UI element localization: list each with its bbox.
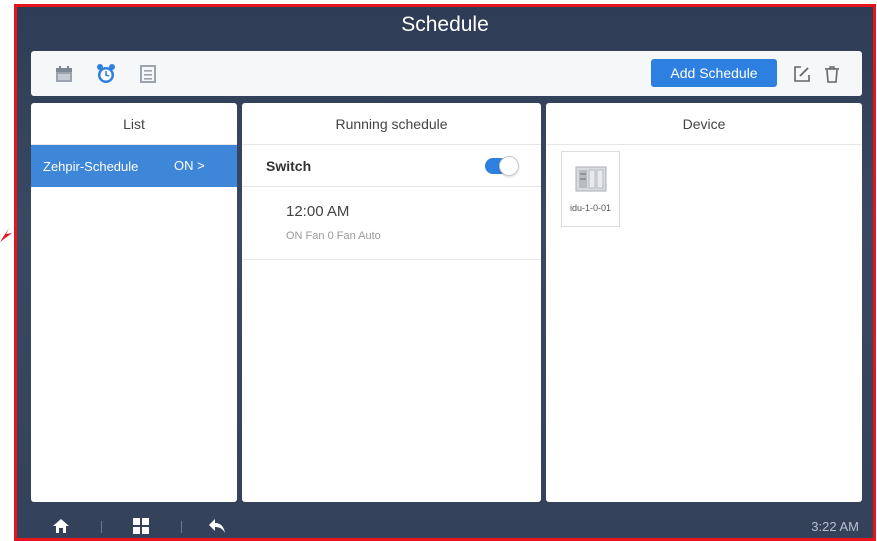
edit-icon[interactable] (791, 63, 813, 85)
switch-row: Switch (242, 145, 541, 187)
grid-icon[interactable] (131, 516, 151, 536)
red-arrow-mark (0, 228, 12, 242)
schedule-entry[interactable]: 12:00 AM ON Fan 0 Fan Auto (242, 187, 541, 260)
schedule-switch-toggle[interactable] (485, 156, 519, 176)
running-panel-header: Running schedule (242, 103, 541, 145)
schedule-window: Schedule Add Schedule List Zehpir-Schedu… (14, 4, 876, 541)
bottom-separator (101, 521, 102, 533)
trash-icon[interactable] (821, 63, 843, 85)
indoor-unit-icon (575, 166, 606, 192)
schedule-status: ON > (174, 158, 205, 173)
toggle-knob (499, 156, 519, 176)
calendar-icon[interactable] (53, 63, 75, 85)
clock: 3:22 AM (811, 519, 859, 534)
add-schedule-button[interactable]: Add Schedule (651, 59, 777, 87)
list-item-schedule[interactable]: Zehpir-Schedule ON > (31, 145, 237, 187)
device-panel: Device idu-1-0-01 (546, 103, 862, 502)
page-title: Schedule (401, 13, 489, 36)
switch-label: Switch (266, 157, 312, 174)
list-panel-header: List (31, 103, 237, 145)
home-icon[interactable] (51, 516, 71, 536)
bottom-separator (181, 521, 182, 533)
running-schedule-panel: Running schedule Switch 12:00 AM ON Fan … (242, 103, 541, 502)
entry-detail: ON Fan 0 Fan Auto (286, 230, 381, 242)
back-icon[interactable] (207, 516, 227, 536)
schedule-name: Zehpir-Schedule (43, 158, 139, 174)
toolbar: Add Schedule (31, 51, 862, 96)
device-panel-header: Device (546, 103, 862, 145)
alarm-clock-icon[interactable] (95, 63, 117, 85)
list-icon[interactable] (137, 63, 159, 85)
list-panel: List Zehpir-Schedule ON > (31, 103, 237, 502)
device-label: idu-1-0-01 (569, 203, 612, 213)
bottom-bar: 3:22 AM (17, 507, 873, 538)
device-card[interactable]: idu-1-0-01 (561, 151, 620, 227)
entry-time: 12:00 AM (286, 203, 350, 220)
